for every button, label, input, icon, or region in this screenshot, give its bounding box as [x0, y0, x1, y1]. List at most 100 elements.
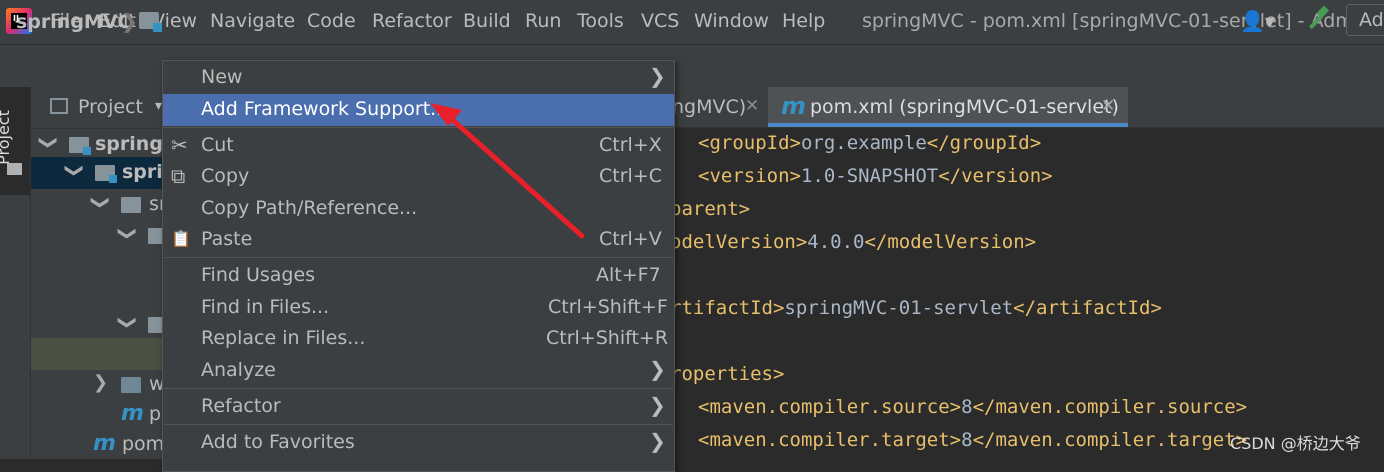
tree-row[interactable]: m pom — [31, 429, 164, 461]
menu-tools[interactable]: Tools — [577, 10, 624, 32]
project-tool-tab-label: Project — [0, 110, 13, 165]
project-view-icon — [50, 98, 68, 114]
xml-close-tag: </artifactId> — [1013, 297, 1162, 319]
menu-item-copy[interactable]: ⧉ Copy Ctrl+C — [163, 161, 674, 193]
code-line: roperties> — [670, 363, 784, 385]
scissors-icon: ✂ — [171, 133, 188, 157]
menu-item-paste[interactable]: 📋 Paste Ctrl+V — [163, 224, 674, 256]
xml-close-tag: </modelVersion> — [864, 231, 1037, 253]
menu-item-shortcut: Alt+F7 — [596, 264, 661, 286]
code-line: odelVersion>4.0.0</modelVersion> — [670, 231, 1036, 253]
project-panel-title[interactable]: Project — [78, 96, 143, 118]
logo-text: IJ — [13, 14, 19, 23]
xml-text: 8 — [961, 396, 973, 418]
maven-icon: m — [781, 92, 807, 120]
tree-item-label: p — [149, 403, 162, 425]
menu-item-label: Refactor — [201, 395, 281, 417]
module-folder-icon — [95, 165, 117, 183]
menu-item-new[interactable]: New ❯ — [163, 62, 674, 94]
menu-navigate[interactable]: Navigate — [210, 10, 295, 32]
menu-item-find-usages[interactable]: Find Usages Alt+F7 — [163, 260, 674, 292]
module-folder-icon — [139, 12, 162, 32]
menu-separator — [164, 257, 673, 258]
menu-item-label: Add to Favorites — [201, 431, 355, 453]
chevron-right-icon: ❯ — [649, 429, 666, 453]
hammer-icon[interactable] — [1304, 6, 1332, 34]
menu-item-label: Copy Path/Reference... — [201, 197, 418, 219]
chevron-down-icon[interactable]: ❯ — [117, 315, 138, 330]
menu-item-cut[interactable]: ✂ Cut Ctrl+X — [163, 130, 674, 162]
menu-item-copy-path[interactable]: Copy Path/Reference... — [163, 193, 674, 225]
breadcrumb-separator: ❯ — [121, 9, 138, 33]
menu-item-label: Paste — [201, 228, 253, 250]
chevron-down-icon[interactable]: ▾ — [155, 98, 162, 114]
tab-parent-pom[interactable]: ngMVC) — [672, 96, 746, 118]
menu-item-find-in-files[interactable]: Find in Files... Ctrl+Shift+F — [163, 292, 674, 324]
tree-row[interactable]: ❯ sr — [31, 189, 167, 221]
tree-row[interactable]: ❯ — [31, 220, 168, 252]
xml-text: 4.0.0 — [807, 231, 865, 253]
xml-text: 8 — [961, 429, 973, 451]
chevron-down-icon[interactable]: ❯ — [90, 195, 111, 210]
xml-text: org.example — [800, 132, 927, 154]
chevron-down-icon[interactable]: ❯ — [117, 226, 138, 241]
menu-window[interactable]: Window — [694, 10, 769, 32]
xml-open-tag: odelVersion> — [670, 231, 808, 253]
module-folder-icon — [69, 137, 91, 155]
chevron-right-icon: ❯ — [649, 393, 666, 417]
tree-row[interactable]: ❯ — [31, 309, 168, 341]
context-menu: New ❯ Add Framework Support... ✂ Cut Ctr… — [162, 60, 675, 472]
watermark: CSDN @桥边大爷 — [1230, 434, 1361, 453]
breadcrumb-root[interactable]: springMVC — [16, 11, 131, 33]
xml-open-tag: rtifactId> — [670, 297, 785, 319]
menu-item-refactor[interactable]: Refactor ❯ — [163, 391, 674, 423]
menu-build[interactable]: Build — [463, 10, 511, 32]
xml-text: 1.0-SNAPSHOT — [800, 165, 939, 187]
menu-item-replace-in-files[interactable]: Replace in Files... Ctrl+Shift+R — [163, 323, 674, 355]
chevron-down-icon[interactable]: ❯ — [38, 135, 59, 150]
close-icon[interactable]: ✕ — [745, 96, 759, 116]
menu-item-add-to-favorites[interactable]: Add to Favorites ❯ — [163, 427, 674, 459]
tree-row[interactable]: m p — [31, 399, 162, 431]
code-line: <version>1.0-SNAPSHOT</version> — [698, 165, 1053, 187]
xml-open-tag: <maven.compiler.source> — [698, 396, 962, 418]
menu-run[interactable]: Run — [525, 10, 561, 32]
menu-vcs[interactable]: VCS — [641, 10, 679, 32]
menu-item-label: Analyze — [201, 359, 276, 381]
folder-icon[interactable] — [7, 163, 22, 175]
user-icon[interactable]: 👤▾ — [1240, 9, 1275, 33]
menu-item-shortcut: Ctrl+V — [599, 228, 662, 250]
chevron-down-icon[interactable]: ❯ — [64, 163, 85, 178]
menu-item-shortcut: Ctrl+X — [599, 134, 662, 156]
menu-item-label: Copy — [201, 165, 250, 187]
xml-close-tag: </groupId> — [926, 132, 1042, 154]
xml-close-tag: </maven.compiler.source> — [972, 396, 1248, 418]
menu-separator — [164, 424, 673, 425]
menu-item-label: Cut — [201, 134, 234, 156]
close-icon[interactable]: ✕ — [1101, 96, 1115, 116]
code-line: rtifactId>springMVC-01-servlet</artifact… — [670, 297, 1162, 319]
menu-item-add-framework-support[interactable]: Add Framework Support... — [163, 94, 674, 126]
tree-row[interactable]: ❯ sprin — [31, 157, 176, 189]
project-tree: ❯ springM ❯ sprin ❯ sr ❯ ❯ ❯ w m p m pom — [31, 129, 182, 461]
menu-item-label: New — [201, 66, 243, 88]
menu-item-label: Add Framework Support... — [201, 98, 449, 120]
xml-text: springMVC-01-servlet — [784, 297, 1014, 319]
maven-icon: m — [121, 401, 144, 426]
menu-item-analyze[interactable]: Analyze ❯ — [163, 355, 674, 387]
chevron-right-icon: ❯ — [649, 64, 666, 88]
menu-help[interactable]: Help — [782, 10, 825, 32]
tree-row[interactable]: ❯ w — [31, 369, 165, 401]
xml-close-tag: </version> — [938, 165, 1053, 187]
menu-item-shortcut: Ctrl+Shift+R — [546, 327, 669, 349]
menu-code[interactable]: Code — [307, 10, 356, 32]
code-line: parent> — [670, 198, 750, 220]
menu-separator — [164, 127, 673, 128]
chevron-right-icon[interactable]: ❯ — [93, 372, 108, 393]
add-configuration-button[interactable]: Ad — [1346, 4, 1384, 36]
menu-refactor[interactable]: Refactor — [372, 10, 452, 32]
tree-row[interactable] — [31, 338, 162, 370]
xml-open-tag: parent> — [670, 198, 751, 220]
maven-icon: m — [93, 431, 116, 456]
xml-open-tag: <maven.compiler.target> — [698, 429, 962, 451]
